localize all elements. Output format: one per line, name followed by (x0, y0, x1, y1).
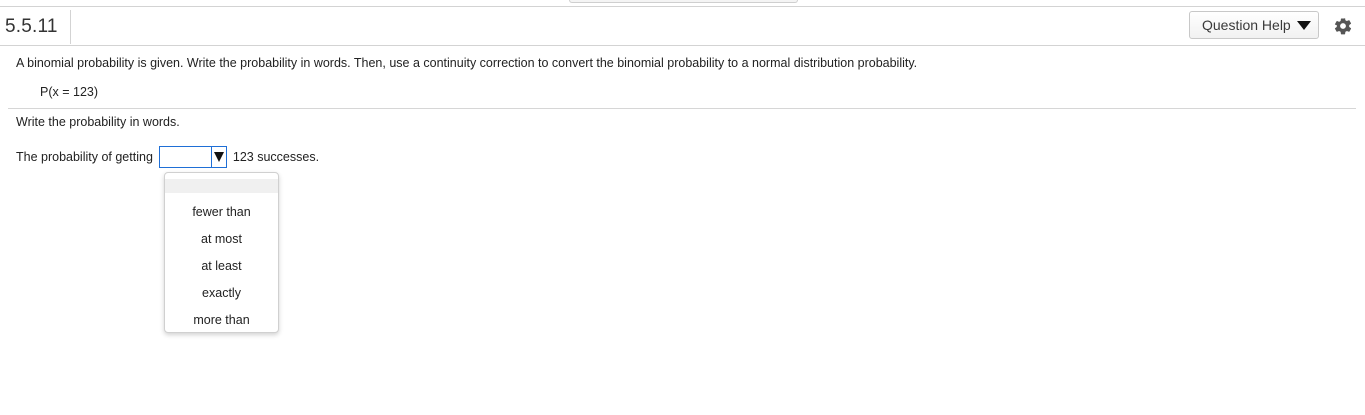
top-tab (569, 0, 798, 3)
dropdown-options: fewer than at most at least exactly more… (165, 193, 278, 334)
dropdown-option-exactly[interactable]: exactly (165, 280, 278, 307)
header-bar: 5.5.11 Question Help (0, 6, 1365, 46)
triangle-down-icon (1296, 20, 1311, 30)
instruction-text: Write the probability in words. (16, 115, 180, 129)
dropdown-option-more-than[interactable]: more than (165, 307, 278, 334)
answer-suffix: 123 successes. (232, 150, 320, 164)
page: 5.5.11 Question Help A binomial probabil… (0, 0, 1365, 415)
section-divider (8, 108, 1356, 109)
given-probability: P(x = 123) (40, 85, 99, 99)
dropdown-option-at-least[interactable]: at least (165, 253, 278, 280)
question-help-label: Question Help (1202, 17, 1291, 33)
select-arrow[interactable] (210, 147, 226, 167)
header-divider (70, 10, 71, 44)
dropdown-menu: fewer than at most at least exactly more… (164, 172, 279, 333)
question-number: 5.5.11 (5, 16, 58, 37)
dropdown-option-fewer-than[interactable]: fewer than (165, 199, 278, 226)
answer-prefix: The probability of getting (16, 150, 153, 164)
chevron-down-icon (213, 152, 224, 162)
dropdown-option-blank[interactable] (165, 179, 278, 193)
answer-line: The probability of getting 123 successes… (16, 145, 319, 169)
gear-icon[interactable] (1333, 16, 1353, 36)
question-help-button[interactable]: Question Help (1189, 11, 1319, 39)
problem-prompt: A binomial probability is given. Write t… (16, 56, 918, 70)
dropdown-option-at-most[interactable]: at most (165, 226, 278, 253)
probability-word-select[interactable] (158, 146, 227, 168)
